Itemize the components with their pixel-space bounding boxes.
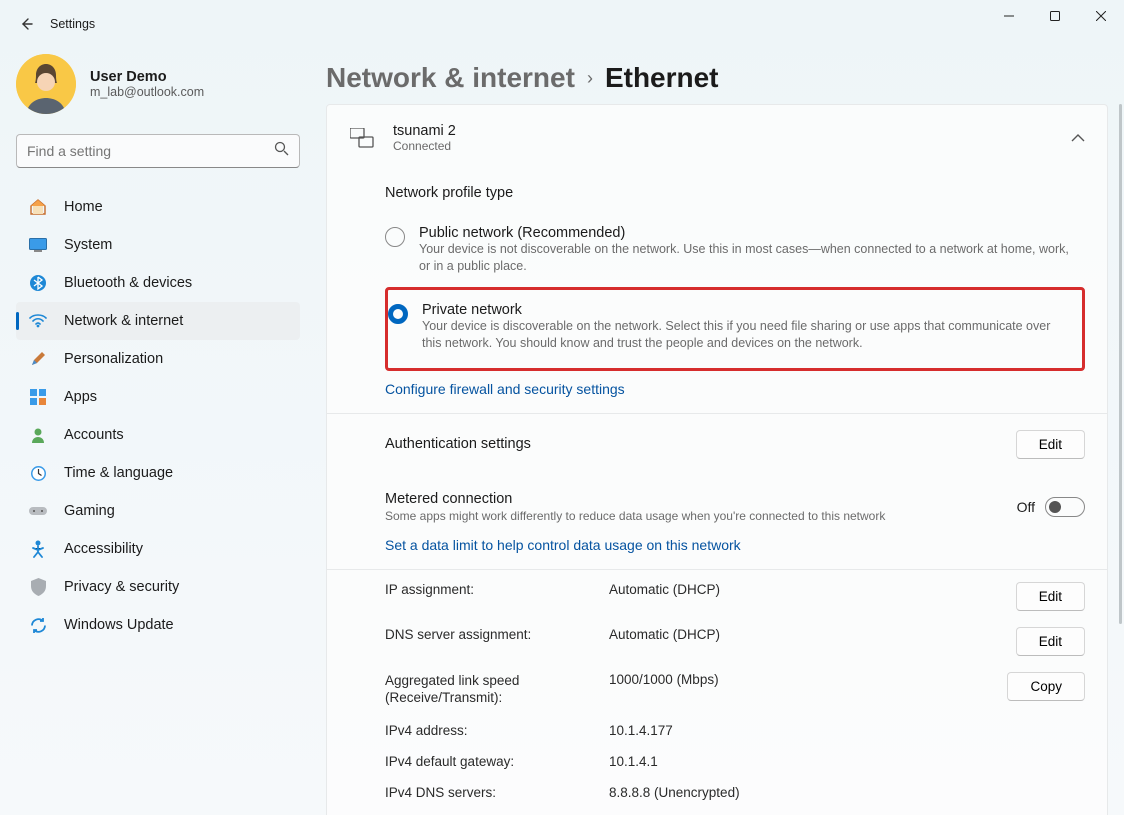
- user-name: User Demo: [90, 69, 204, 85]
- main-content: Network & internet › Ethernet tsunami 2 …: [312, 48, 1124, 815]
- user-card[interactable]: User Demo m_lab@outlook.com: [16, 54, 300, 114]
- breadcrumb-current: Ethernet: [605, 62, 719, 94]
- network-card: tsunami 2 Connected Network profile type…: [326, 104, 1108, 815]
- ethernet-icon: [349, 128, 375, 148]
- search-field[interactable]: [16, 134, 300, 168]
- link-speed-row: Aggregated link speed (Receive/Transmit)…: [385, 664, 1085, 715]
- radio-public-network[interactable]: Public network (Recommended) Your device…: [385, 219, 1085, 285]
- ip-assignment-row: IP assignment: Automatic (DHCP) Edit: [385, 574, 1085, 619]
- maximize-button[interactable]: [1032, 0, 1078, 32]
- profile-section: Network profile type Public network (Rec…: [327, 185, 1107, 815]
- chevron-right-icon: ›: [587, 68, 593, 89]
- ipv4-address-row: IPv4 address: 10.1.4.177: [385, 715, 1085, 746]
- system-icon: [28, 235, 48, 255]
- network-name: tsunami 2: [393, 123, 456, 139]
- bluetooth-icon: [28, 273, 48, 293]
- nav-apps[interactable]: Apps: [16, 378, 300, 416]
- nav-bluetooth[interactable]: Bluetooth & devices: [16, 264, 300, 302]
- sidebar: User Demo m_lab@outlook.com Home System …: [0, 48, 312, 815]
- profile-section-title: Network profile type: [385, 185, 1085, 201]
- chevron-up-icon[interactable]: [1071, 129, 1085, 147]
- metered-toggle[interactable]: Off: [1017, 497, 1085, 517]
- auth-row: Authentication settings Edit: [385, 414, 1085, 475]
- toggle-switch[interactable]: [1045, 497, 1085, 517]
- metered-row: Metered connection Some apps might work …: [385, 475, 1085, 527]
- firewall-settings-link[interactable]: Configure firewall and security settings: [385, 381, 625, 397]
- brush-icon: [28, 349, 48, 369]
- nav-accessibility[interactable]: Accessibility: [16, 530, 300, 568]
- radio-icon: [385, 227, 405, 247]
- search-icon: [274, 141, 289, 161]
- nav-list: Home System Bluetooth & devices Network …: [16, 188, 300, 644]
- auth-edit-button[interactable]: Edit: [1016, 430, 1085, 459]
- close-button[interactable]: [1078, 0, 1124, 32]
- minimize-button[interactable]: [986, 0, 1032, 32]
- update-icon: [28, 615, 48, 635]
- radio-icon: [388, 304, 408, 324]
- ipv4-gateway-row: IPv4 default gateway: 10.1.4.1: [385, 746, 1085, 777]
- nav-privacy[interactable]: Privacy & security: [16, 568, 300, 606]
- nav-system[interactable]: System: [16, 226, 300, 264]
- breadcrumb: Network & internet › Ethernet: [326, 62, 1104, 94]
- nav-network[interactable]: Network & internet: [16, 302, 300, 340]
- network-status: Connected: [393, 139, 456, 153]
- nav-gaming[interactable]: Gaming: [16, 492, 300, 530]
- clock-icon: [28, 463, 48, 483]
- accessibility-icon: [28, 539, 48, 559]
- avatar: [16, 54, 76, 114]
- ipv4-dns-row: IPv4 DNS servers: 8.8.8.8 (Unencrypted): [385, 777, 1085, 808]
- nav-accounts[interactable]: Accounts: [16, 416, 300, 454]
- shield-icon: [28, 577, 48, 597]
- person-icon: [28, 425, 48, 445]
- home-icon: [28, 197, 48, 217]
- gamepad-icon: [28, 501, 48, 521]
- highlight-annotation: Private network Your device is discovera…: [385, 287, 1085, 371]
- user-email: m_lab@outlook.com: [90, 85, 204, 99]
- wifi-icon: [28, 311, 48, 331]
- breadcrumb-parent[interactable]: Network & internet: [326, 62, 575, 94]
- apps-icon: [28, 387, 48, 407]
- dns-edit-button[interactable]: Edit: [1016, 627, 1085, 656]
- nav-home[interactable]: Home: [16, 188, 300, 226]
- back-button[interactable]: [12, 10, 40, 38]
- radio-private-network[interactable]: Private network Your device is discovera…: [388, 296, 1078, 362]
- dns-assignment-row: DNS server assignment: Automatic (DHCP) …: [385, 619, 1085, 664]
- search-input[interactable]: [27, 143, 274, 159]
- data-limit-link[interactable]: Set a data limit to help control data us…: [385, 537, 741, 553]
- network-header[interactable]: tsunami 2 Connected: [327, 105, 1107, 171]
- nav-update[interactable]: Windows Update: [16, 606, 300, 644]
- nav-personalization[interactable]: Personalization: [16, 340, 300, 378]
- copy-button[interactable]: Copy: [1007, 672, 1085, 701]
- window-title: Settings: [50, 17, 95, 31]
- ip-edit-button[interactable]: Edit: [1016, 582, 1085, 611]
- nav-time[interactable]: Time & language: [16, 454, 300, 492]
- scrollbar[interactable]: [1119, 104, 1122, 624]
